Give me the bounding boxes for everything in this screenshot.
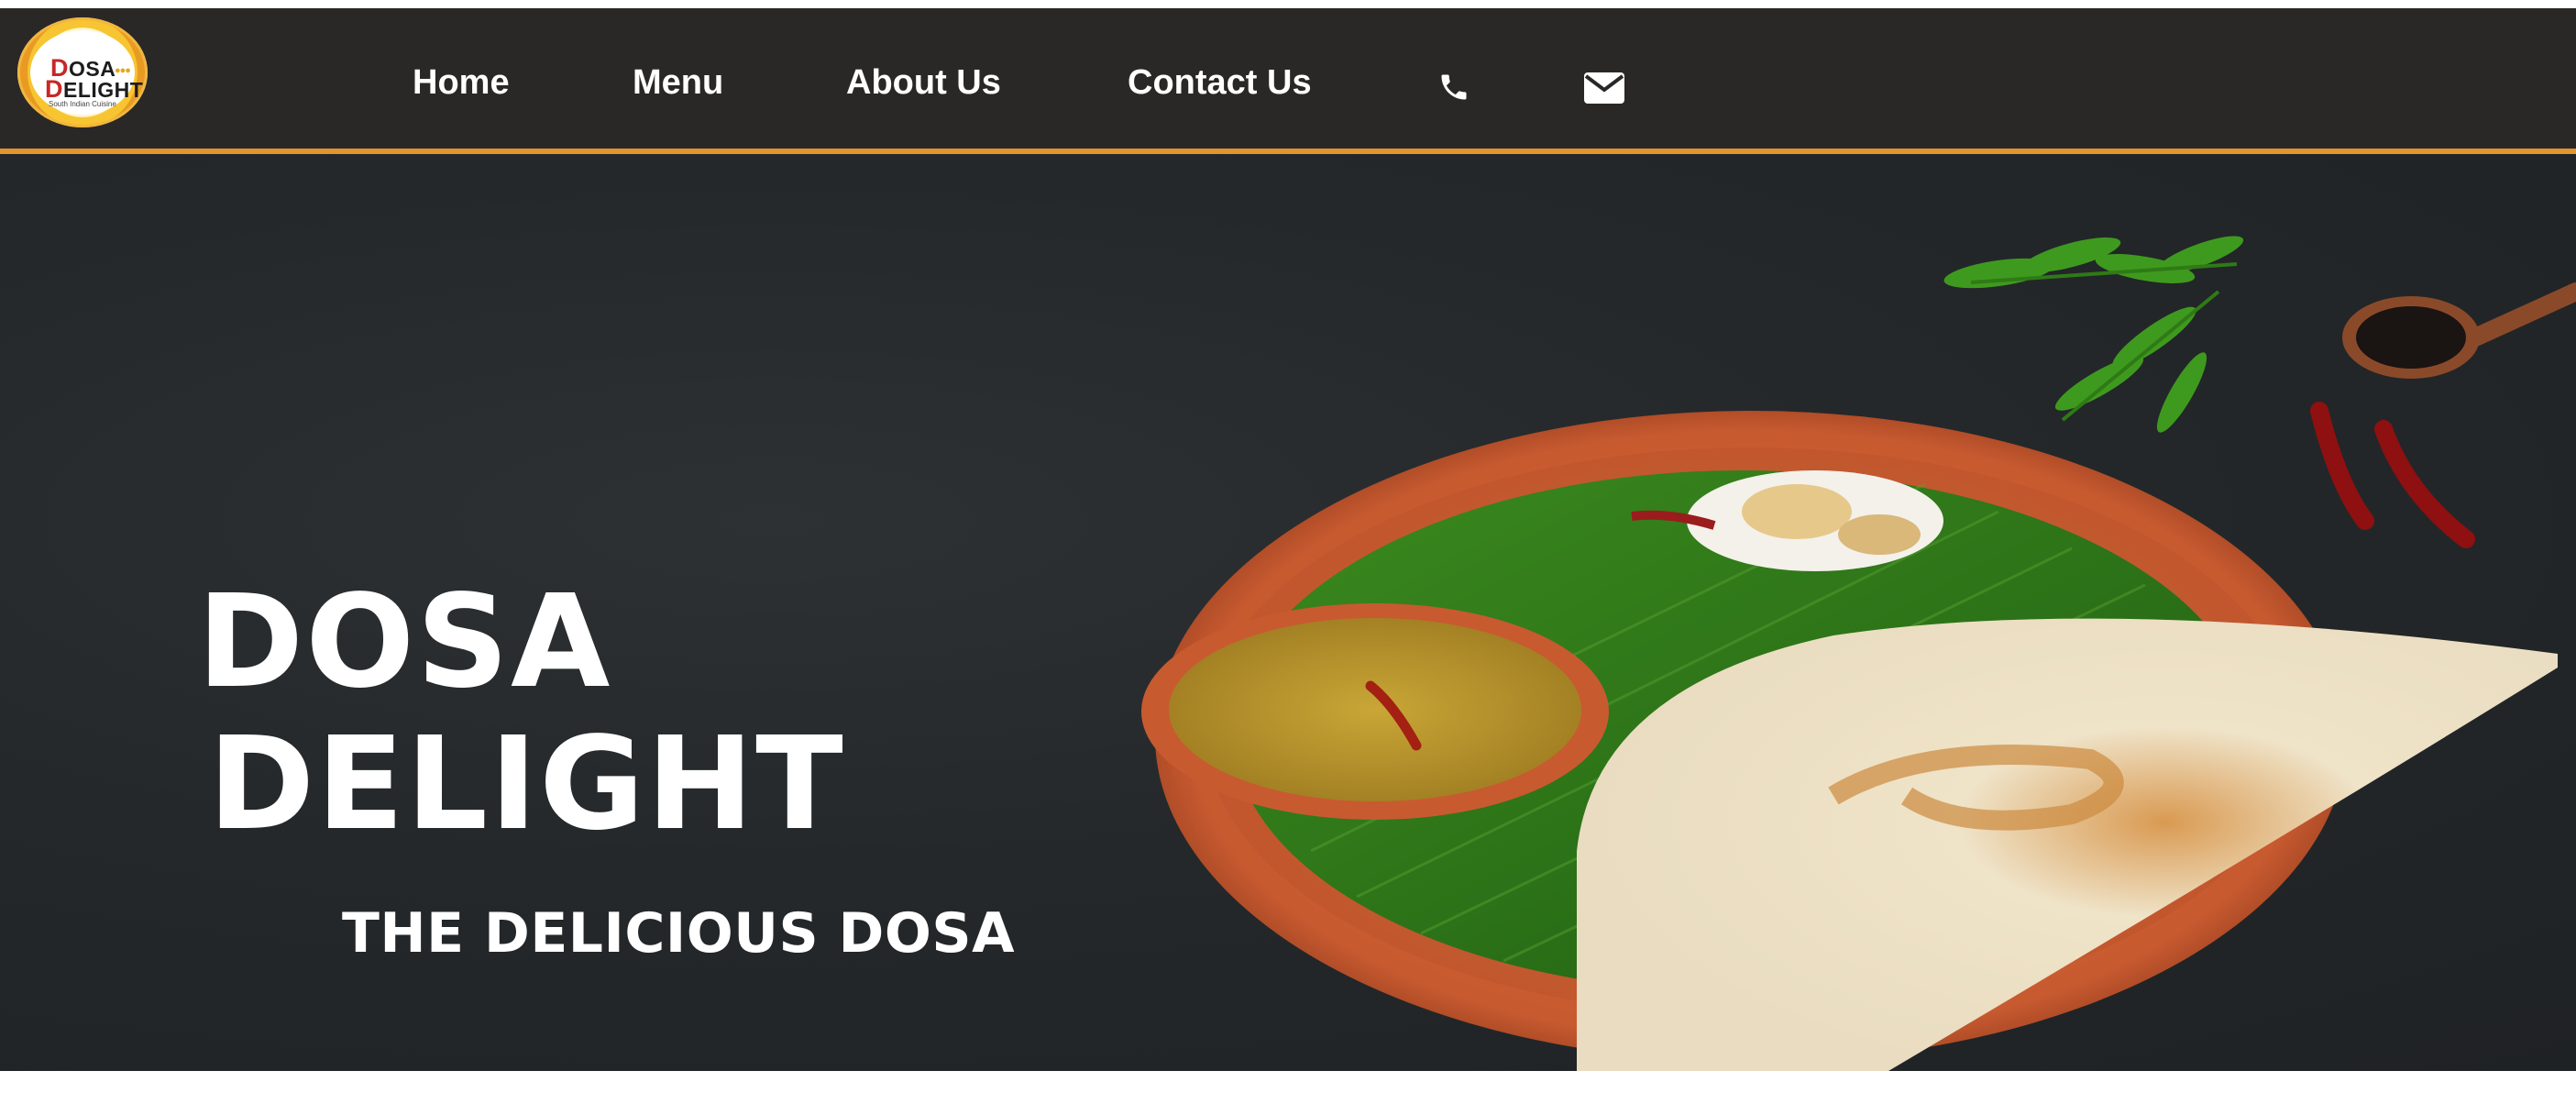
red-chilies bbox=[2310, 402, 2475, 548]
nav-link-contact-us[interactable]: Contact Us bbox=[1128, 63, 1312, 103]
logo-dots-icon: ●●● bbox=[115, 65, 131, 76]
brand-logo[interactable]: DOSA DELIGHT ●●● South Indian Cuisine bbox=[17, 17, 148, 127]
pepper-spoon bbox=[2342, 282, 2576, 379]
hero-title-line1: DOSA bbox=[197, 568, 612, 717]
dosa-plate-image bbox=[1141, 236, 2576, 1071]
nav-link-menu[interactable]: Menu bbox=[633, 63, 723, 103]
page-bottom bbox=[0, 1071, 2576, 1115]
nav-link-home[interactable]: Home bbox=[413, 63, 510, 103]
curry-leaves bbox=[1943, 236, 2244, 433]
hero-subtitle: THE DELICIOUS DOSA bbox=[342, 901, 1016, 966]
phone-icon-graphic bbox=[1441, 74, 1467, 100]
hero-title: DOSA DELIGHT bbox=[197, 571, 845, 856]
top-strip bbox=[0, 0, 2576, 8]
phone-icon[interactable] bbox=[1437, 71, 1470, 108]
logo-tagline: South Indian Cuisine bbox=[49, 100, 116, 108]
sambar-bowl bbox=[1141, 603, 1609, 820]
mail-icon[interactable] bbox=[1584, 72, 1624, 108]
nav-link-about-us[interactable]: About Us bbox=[846, 63, 1001, 103]
navbar: DOSA DELIGHT ●●● South Indian Cuisine Ho… bbox=[0, 8, 2576, 154]
hero-section: DOSA DELIGHT THE DELICIOUS DOSA bbox=[0, 154, 2576, 1071]
mail-icon-graphic bbox=[1584, 72, 1624, 104]
hero-title-line2: DELIGHT bbox=[208, 710, 845, 859]
